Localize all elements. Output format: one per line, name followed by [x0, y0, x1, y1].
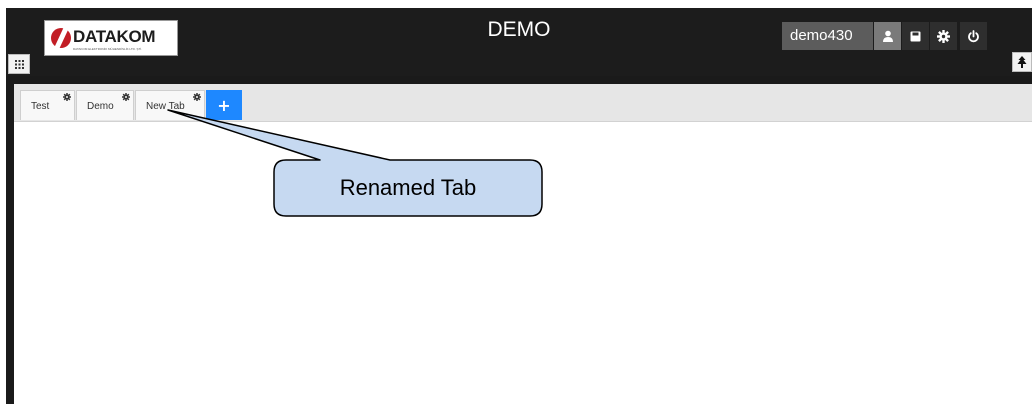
annotation-text: Renamed Tab [339, 175, 477, 200]
app-frame: DATAKOM DATAKOM ELEKTRONİK MÜHENDİSLİK L… [0, 0, 1032, 404]
